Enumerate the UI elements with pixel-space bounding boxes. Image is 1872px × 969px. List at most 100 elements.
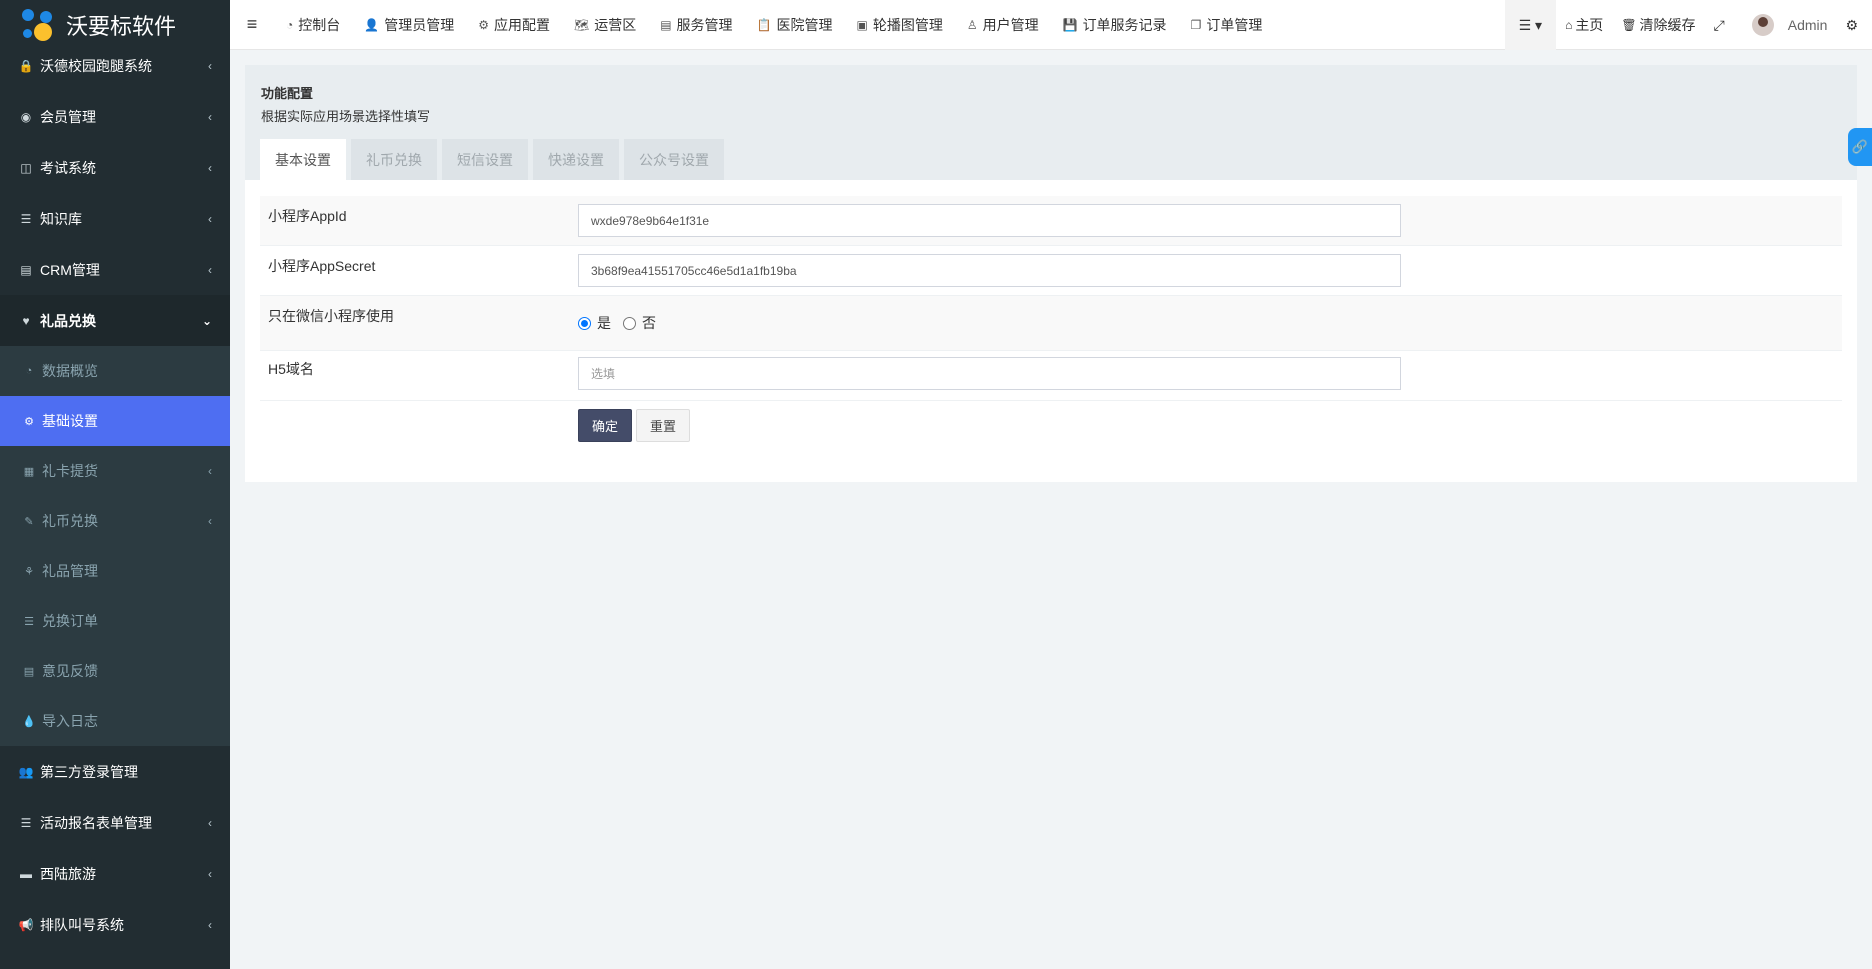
top-nav-tab-label: 管理员管理 xyxy=(384,16,455,33)
panel-tab[interactable]: 礼币兑换 xyxy=(351,139,437,180)
home-icon: ⌂ xyxy=(1565,18,1573,32)
radio-yes-dot[interactable] xyxy=(578,316,591,330)
chevron-left-icon: ‹ xyxy=(208,58,212,73)
sidebar-menu: 🔒 沃德校园跑腿系统 ‹ ◉ 会员管理 ‹ ◫ 考试系统 ‹ ☰ 知识库 ‹ ▤ CRM管理 ‹ ♥ 礼品兑换 ⌄… xyxy=(0,40,230,950)
sidebar-subitem[interactable]: 💧 导入日志 xyxy=(0,696,230,746)
sidebar: 沃要标软件 🔒 沃德校园跑腿系统 ‹ ◉ 会员管理 ‹ ◫ 考试系统 ‹ ☰ 知识库 ‹ ▤ CRM管理 ‹… xyxy=(0,0,230,969)
heart-icon: ♥ xyxy=(22,313,30,328)
chevron-left-icon: ‹ xyxy=(208,109,212,124)
top-nav-tab[interactable]: 🗺 运营区 xyxy=(562,0,648,50)
main-content: 功能配置 根据实际应用场景选择性填写 基本设置 礼币兑换 短信设置 快递设置 公众号设置… xyxy=(245,65,1857,482)
sidebar-item-label: 礼品兑换 xyxy=(40,312,96,329)
panel-tab[interactable]: 基本设置 xyxy=(260,139,346,180)
top-nav-tab[interactable]: 👤 管理员管理 xyxy=(352,0,466,50)
sidebar-item-label: 西陆旅游 xyxy=(40,865,96,882)
radio-no-dot[interactable] xyxy=(623,316,636,330)
sidebar-item[interactable]: ◉ 会员管理 ‹ xyxy=(0,91,230,142)
radio-yes-label: 是 xyxy=(597,315,611,331)
user-circle-icon: ◉ xyxy=(20,109,32,124)
fullscreen-button[interactable]: ⤢ xyxy=(1705,0,1734,50)
sidebar-item-label: 会员管理 xyxy=(40,108,96,125)
settings-button[interactable]: ⚙ xyxy=(1836,0,1872,50)
gift-icon: ⚘ xyxy=(24,565,34,578)
panel-subtitle: 根据实际应用场景选择性填写 xyxy=(261,109,431,124)
sidebar-item[interactable]: 📢 排队叫号系统 ‹ xyxy=(0,899,230,950)
top-nav-tab[interactable]: ♙ 用户管理 xyxy=(955,0,1051,50)
user-menu[interactable]: Admin xyxy=(1734,0,1837,50)
radio-no-label: 否 xyxy=(642,315,656,331)
top-right-tools: ☰ ▾ ⌂ 主页 🗑 清除缓存 ⤢ Admin ⚙ xyxy=(1504,0,1872,50)
secret-input[interactable] xyxy=(578,254,1401,287)
user-name: Admin xyxy=(1787,17,1828,33)
users-icon: 👥 xyxy=(18,764,34,779)
panel-tab[interactable]: 公众号设置 xyxy=(624,139,724,180)
sidebar-subitem[interactable]: ▦ 礼卡提货 ‹ xyxy=(0,446,230,496)
topbar: ≡ ◔ 控制台 👤 管理员管理 ⚙ 应用配置 🗺 运营区 ▤ 服务管理 📋 医院管理 ▣ 轮播图管理 ♙ 用户… xyxy=(230,0,1872,50)
sidebar-toggle-icon[interactable]: ≡ xyxy=(230,14,274,35)
float-link-icon[interactable]: 🔗 xyxy=(1848,128,1872,166)
sidebar-subitem[interactable]: ◔ 数据概览 xyxy=(0,346,230,396)
panel-title: 功能配置 xyxy=(261,86,314,101)
top-nav-tab[interactable]: ▤ 服务管理 xyxy=(648,0,744,50)
copy-icon: ❐ xyxy=(1190,17,1202,32)
form-actions: 确定 重置 xyxy=(260,401,1842,442)
sidebar-item-label: 排队叫号系统 xyxy=(40,916,124,933)
top-nav-tab[interactable]: ◔ 控制台 xyxy=(274,0,352,50)
gear-icon: ⚙ xyxy=(478,17,489,32)
appid-label: 小程序AppId xyxy=(268,208,347,224)
sidebar-subitem[interactable]: ✎ 礼币兑换 ‹ xyxy=(0,496,230,546)
cogs-icon: ⚙ xyxy=(24,415,34,428)
sidebar-item[interactable]: ☰ 知识库 ‹ xyxy=(0,193,230,244)
sidebar-subitem[interactable]: ▤ 意见反馈 xyxy=(0,646,230,696)
home-label: 主页 xyxy=(1575,17,1604,33)
image-icon: ▣ xyxy=(856,17,868,32)
radio-yes[interactable]: 是 xyxy=(578,313,611,333)
top-nav-tab[interactable]: ▣ 轮播图管理 xyxy=(845,0,955,50)
appid-input[interactable] xyxy=(578,204,1401,237)
sidebar-subitem[interactable]: ⚘ 礼品管理 xyxy=(0,546,230,596)
chevron-down-icon: ⌄ xyxy=(201,313,212,328)
pencil-icon: ✎ xyxy=(24,515,34,528)
top-nav-tab-label: 轮播图管理 xyxy=(872,16,943,33)
chevron-left-icon: ‹ xyxy=(208,160,212,175)
sidebar-subitem[interactable]: ⚙ 基础设置 xyxy=(0,396,230,446)
sidebar-subitem-label: 数据概览 xyxy=(42,363,98,379)
list-icon: ☰ xyxy=(20,815,32,830)
sidebar-item[interactable]: ♥ 礼品兑换 ⌄ xyxy=(0,295,230,346)
chevron-left-icon: ‹ xyxy=(208,211,212,226)
sidebar-subitem-label: 礼卡提货 xyxy=(42,463,98,479)
h5-domain-input[interactable] xyxy=(578,357,1401,390)
sidebar-item[interactable]: ▤ CRM管理 ‹ xyxy=(0,244,230,295)
reset-button[interactable]: 重置 xyxy=(636,409,691,442)
top-nav-tab[interactable]: ❐ 订单管理 xyxy=(1179,0,1275,50)
sidebar-subitem-label: 导入日志 xyxy=(42,713,98,729)
bullhorn-icon: 📢 xyxy=(18,917,34,932)
radio-no[interactable]: 否 xyxy=(623,313,656,333)
home-link[interactable]: ⌂ 主页 xyxy=(1556,0,1612,50)
form-row-appid: 小程序AppId xyxy=(260,196,1842,246)
sidebar-item[interactable]: ▬ 西陆旅游 ‹ xyxy=(0,848,230,899)
top-nav-tab[interactable]: 💾 订单服务记录 xyxy=(1051,0,1179,50)
panel-tab[interactable]: 短信设置 xyxy=(442,139,528,180)
clear-cache-button[interactable]: 🗑 清除缓存 xyxy=(1612,0,1704,50)
sidebar-item-label: CRM管理 xyxy=(40,261,100,278)
table-icon: ▤ xyxy=(23,665,35,678)
submit-button[interactable]: 确定 xyxy=(578,409,633,442)
sidebar-subitem-label: 兑换订单 xyxy=(42,613,98,629)
panel-tab[interactable]: 快递设置 xyxy=(533,139,619,180)
menu-list-button[interactable]: ☰ ▾ xyxy=(1504,0,1557,50)
sidebar-item[interactable]: ☰ 活动报名表单管理 ‹ xyxy=(0,797,230,848)
top-nav-tab[interactable]: ⚙ 应用配置 xyxy=(466,0,562,50)
list-alt-icon: ▤ xyxy=(660,17,672,32)
form-row-secret: 小程序AppSecret xyxy=(260,246,1842,296)
only-wx-radios: 是 否 xyxy=(578,304,1401,342)
top-nav-tab-label: 订单管理 xyxy=(1206,16,1263,33)
top-nav-tab[interactable]: 📋 医院管理 xyxy=(745,0,845,50)
only-wx-label: 只在微信小程序使用 xyxy=(268,308,394,324)
sidebar-item[interactable]: 👥 第三方登录管理 xyxy=(0,746,230,797)
sidebar-subitem[interactable]: ☰ 兑换订单 xyxy=(0,596,230,646)
sidebar-item[interactable]: 🔒 沃德校园跑腿系统 ‹ xyxy=(0,40,230,91)
sidebar-item[interactable]: ◫ 考试系统 ‹ xyxy=(0,142,230,193)
map-icon: 🗺 xyxy=(573,17,590,32)
clipboard-icon: 📋 xyxy=(756,17,772,32)
